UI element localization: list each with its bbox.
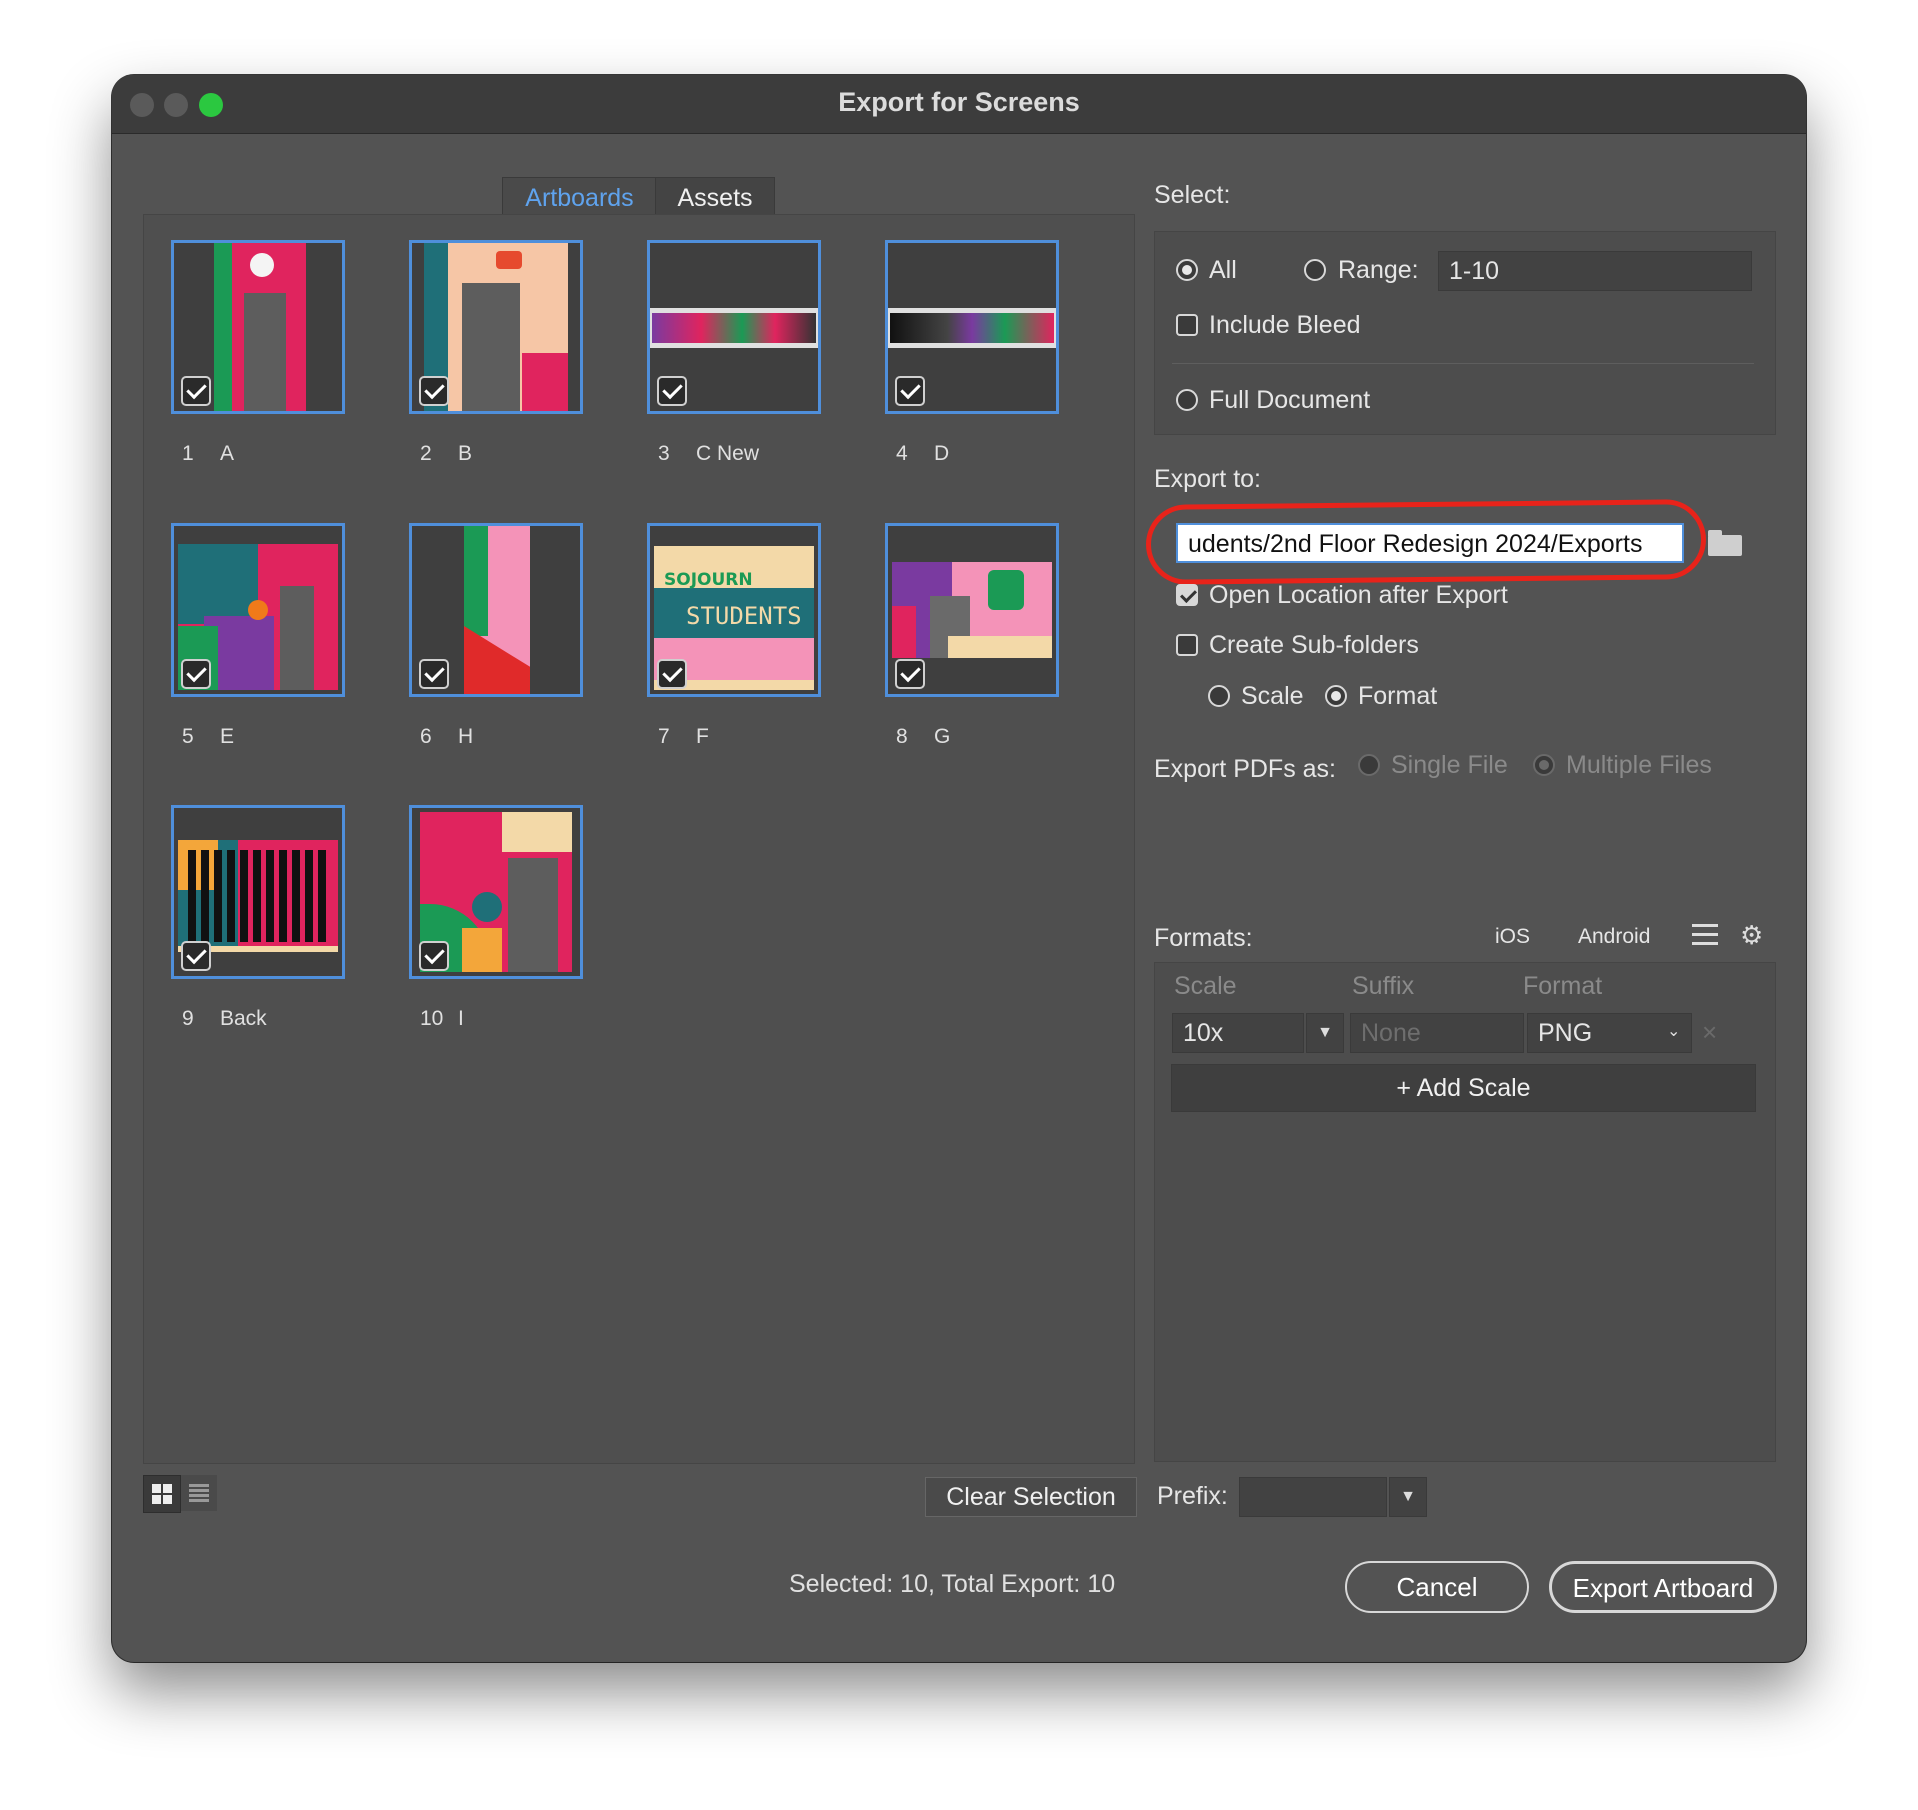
include-bleed-label: Include Bleed — [1209, 311, 1361, 339]
open-location-checkbox[interactable] — [1176, 584, 1198, 606]
prefix-dropdown-arrow[interactable]: ▼ — [1389, 1477, 1427, 1517]
artboard-label-4: 4D — [896, 442, 950, 465]
red-annotation-circle — [1145, 499, 1707, 585]
artboard-thumb-5[interactable] — [171, 523, 345, 697]
artboard-checkbox[interactable] — [657, 659, 687, 689]
artboard-label-3: 3C New — [658, 442, 760, 465]
col-scale-header: Scale — [1174, 972, 1237, 1000]
window-title: Export for Screens — [838, 87, 1080, 117]
artboard-label-2: 2B — [420, 442, 473, 465]
artboard-label-10: 10 I — [420, 1007, 464, 1030]
select-label: Select: — [1154, 181, 1231, 209]
range-input[interactable]: 1-10 — [1438, 251, 1752, 291]
sub-folders-checkbox[interactable] — [1176, 634, 1198, 656]
sub-folders-label: Create Sub-folders — [1209, 631, 1419, 659]
artboard-thumb-6[interactable] — [409, 523, 583, 697]
artboard-label-7: 7F — [658, 725, 709, 748]
artboard-checkbox[interactable] — [181, 941, 211, 971]
cancel-button[interactable]: Cancel — [1345, 1561, 1529, 1613]
subfolder-scale-label: Scale — [1241, 682, 1304, 710]
select-range-radio[interactable] — [1304, 259, 1326, 281]
title-bar: Export for Screens — [112, 75, 1806, 134]
prefix-label: Prefix: — [1157, 1482, 1228, 1510]
export-dialog: Export for Screens Artboards Assets 1A 2… — [112, 75, 1806, 1662]
gear-icon[interactable]: ⚙ — [1740, 921, 1763, 951]
pdf-multiple-radio[interactable] — [1533, 754, 1555, 776]
selection-status: Selected: 10, Total Export: 10 — [789, 1570, 1116, 1598]
prefix-input[interactable] — [1239, 1477, 1387, 1517]
subfolder-format-label: Format — [1358, 682, 1438, 710]
artboard-grid: 1A 2B 3C New 4D 5 E 6 H SOJOURN STUDENTS… — [143, 214, 1135, 1464]
artboard-checkbox[interactable] — [419, 659, 449, 689]
plus-icon: + — [1396, 1074, 1417, 1102]
select-range-label: Range: — [1338, 256, 1419, 284]
scale-dropdown-arrow[interactable]: ▼ — [1306, 1013, 1344, 1053]
tab-assets[interactable]: Assets — [655, 177, 775, 219]
pdf-single-radio[interactable] — [1358, 754, 1380, 776]
artboard-checkbox[interactable] — [657, 376, 687, 406]
delete-row-icon[interactable]: × — [1702, 1017, 1717, 1048]
list-icon[interactable] — [1692, 923, 1718, 947]
artboard-thumb-1[interactable] — [171, 240, 345, 414]
tab-artboards[interactable]: Artboards — [502, 177, 657, 219]
artboard-checkbox[interactable] — [419, 941, 449, 971]
subfolder-scale-radio[interactable] — [1208, 685, 1230, 707]
select-all-radio[interactable] — [1176, 259, 1198, 281]
artboard-checkbox[interactable] — [181, 376, 211, 406]
artboard-label-8: 8G — [896, 725, 951, 748]
divider — [1172, 363, 1754, 364]
artboard-thumb-9[interactable] — [171, 805, 345, 979]
export-artboard-button[interactable]: Export Artboard — [1549, 1561, 1777, 1613]
pdf-multiple-label: Multiple Files — [1566, 751, 1712, 779]
artboard-thumb-3[interactable] — [647, 240, 821, 414]
artboard-thumb-8[interactable] — [885, 523, 1059, 697]
artboard-thumb-10[interactable] — [409, 805, 583, 979]
full-document-label: Full Document — [1209, 386, 1371, 414]
artboard-label-1: 1A — [182, 442, 235, 465]
artboard-thumb-4[interactable] — [885, 240, 1059, 414]
artboard-checkbox[interactable] — [419, 376, 449, 406]
export-to-label: Export to: — [1154, 465, 1261, 493]
open-location-label: Open Location after Export — [1209, 581, 1508, 609]
subfolder-format-radio[interactable] — [1325, 685, 1347, 707]
artboard-label-9: 9 Back — [182, 1007, 267, 1030]
artboard-checkbox[interactable] — [895, 659, 925, 689]
add-scale-button[interactable]: + Add Scale — [1171, 1064, 1756, 1112]
select-all-label: All — [1209, 256, 1237, 284]
list-view-button[interactable] — [181, 1475, 217, 1511]
col-suffix-header: Suffix — [1352, 972, 1415, 1000]
chevron-down-icon: ⌄ — [1667, 1023, 1681, 1040]
artboard-thumb-7[interactable]: SOJOURN STUDENTS — [647, 523, 821, 697]
artboard-7-text-sojourn: SOJOURN — [664, 570, 753, 590]
scale-value-input[interactable]: 10x — [1172, 1013, 1304, 1053]
formats-label: Formats: — [1154, 924, 1253, 952]
export-pdfs-label: Export PDFs as: — [1154, 755, 1336, 783]
artboard-checkbox[interactable] — [181, 659, 211, 689]
clear-selection-button[interactable]: Clear Selection — [925, 1477, 1137, 1517]
include-bleed-checkbox[interactable] — [1176, 314, 1198, 336]
artboard-7-text-students: STUDENTS — [686, 602, 802, 630]
android-preset-button[interactable]: Android — [1578, 925, 1650, 949]
artboard-thumb-2[interactable] — [409, 240, 583, 414]
artboard-label-5: 5E — [182, 725, 235, 748]
grid-view-button[interactable] — [143, 1475, 181, 1513]
artboard-label-6: 6H — [420, 725, 474, 748]
full-document-radio[interactable] — [1176, 389, 1198, 411]
artboard-checkbox[interactable] — [895, 376, 925, 406]
ios-preset-button[interactable]: iOS — [1495, 925, 1530, 949]
col-format-header: Format — [1523, 972, 1603, 1000]
add-scale-label: Add Scale — [1416, 1074, 1531, 1102]
folder-icon[interactable] — [1708, 530, 1742, 556]
suffix-input[interactable]: None — [1350, 1013, 1524, 1053]
pdf-single-label: Single File — [1391, 751, 1508, 779]
